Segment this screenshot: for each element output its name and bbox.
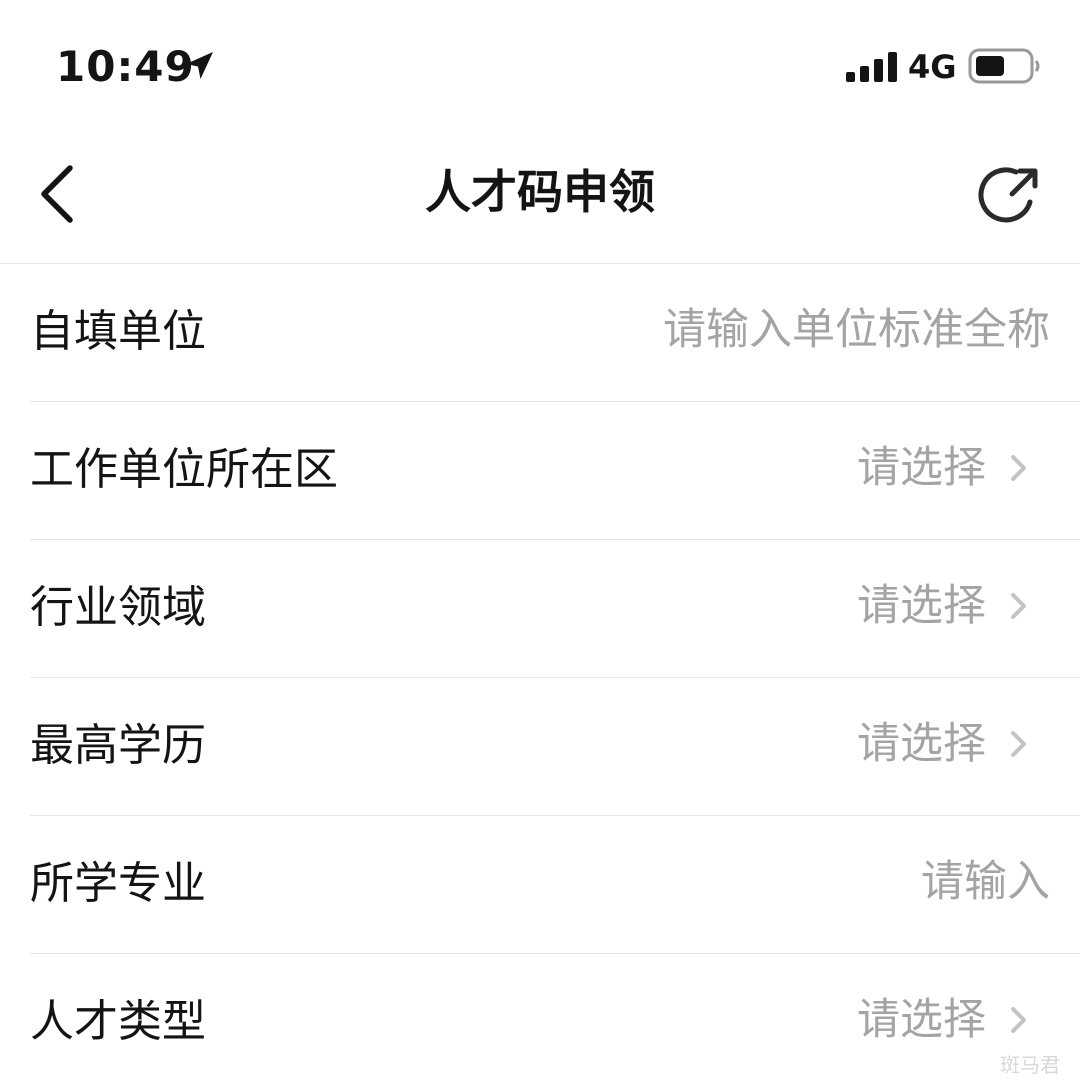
major-input[interactable] <box>550 852 1050 912</box>
industry-select[interactable]: 请选择 <box>857 576 1030 636</box>
application-form: 自填单位 工作单位所在区 请选择 行业领域 请选择 最高学历 请选择 <box>0 264 1080 1091</box>
form-row-talent-type[interactable]: 人才类型 请选择 <box>30 954 1080 1091</box>
status-time: 10:49 <box>56 42 195 91</box>
chevron-right-icon <box>1011 1007 1026 1033</box>
location-arrow-icon <box>186 52 213 79</box>
chevron-right-icon <box>1011 455 1026 481</box>
company-label: 自填单位 <box>30 306 206 357</box>
share-icon[interactable] <box>976 160 1046 230</box>
form-row-work-district[interactable]: 工作单位所在区 请选择 <box>30 402 1080 540</box>
work-district-value: 请选择 <box>857 443 986 493</box>
cellular-signal-icon <box>846 52 897 82</box>
form-row-education[interactable]: 最高学历 请选择 <box>30 678 1080 816</box>
talent-type-label: 人才类型 <box>30 996 206 1047</box>
chevron-right-icon <box>1011 593 1026 619</box>
education-select[interactable]: 请选择 <box>857 714 1030 774</box>
back-chevron-icon[interactable] <box>28 158 88 230</box>
industry-label: 行业领域 <box>30 582 206 633</box>
education-value: 请选择 <box>857 719 986 769</box>
network-type-label: 4G <box>908 48 957 86</box>
form-row-company: 自填单位 <box>30 264 1080 402</box>
work-district-label: 工作单位所在区 <box>30 444 338 495</box>
chevron-right-icon <box>1011 731 1026 757</box>
watermark: 斑马君 <box>1000 1053 1060 1077</box>
industry-value: 请选择 <box>857 581 986 631</box>
form-row-industry[interactable]: 行业领域 请选择 <box>30 540 1080 678</box>
page-title: 人才码申领 <box>425 165 655 219</box>
battery-icon <box>968 48 1040 84</box>
status-bar: 10:49 4G <box>0 0 1080 130</box>
major-label: 所学专业 <box>30 858 206 909</box>
talent-type-value: 请选择 <box>857 995 986 1045</box>
talent-type-select[interactable]: 请选择 <box>857 990 1030 1050</box>
company-name-input[interactable] <box>550 300 1050 360</box>
form-row-major: 所学专业 <box>30 816 1080 954</box>
education-label: 最高学历 <box>30 720 206 771</box>
work-district-select[interactable]: 请选择 <box>857 438 1030 498</box>
navigation-bar: 人才码申领 <box>0 130 1080 264</box>
